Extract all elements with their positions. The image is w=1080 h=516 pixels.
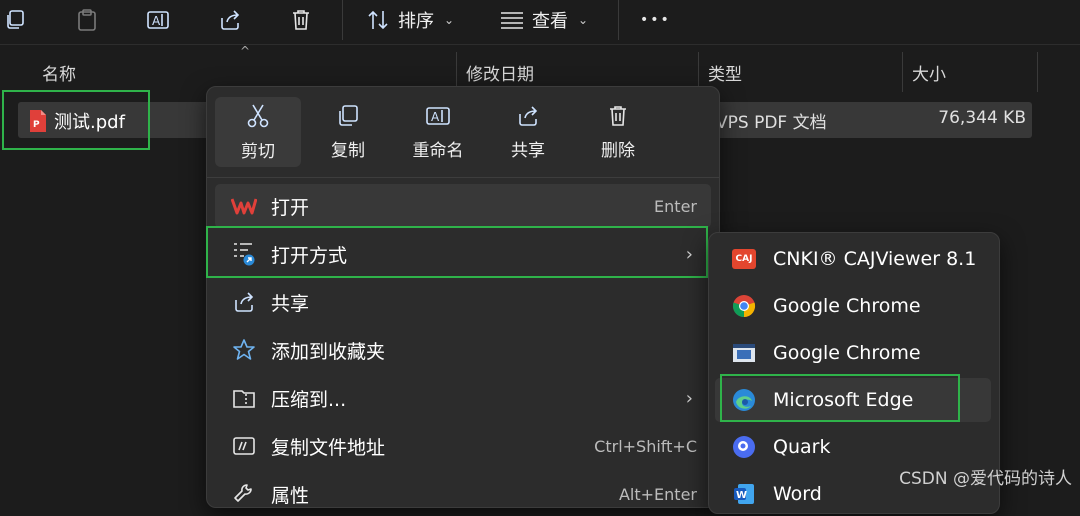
star-icon — [229, 338, 259, 362]
column-modified-label: 修改日期 — [466, 64, 534, 85]
context-menu: 剪切 复制 A 重命名 共享 删除 打开 Enter 打开方式 › 共享 添加到… — [206, 86, 720, 508]
rename-quick-button[interactable]: A 重命名 — [395, 97, 481, 167]
caj-icon: CAJ — [731, 249, 757, 269]
zip-folder-icon — [229, 386, 259, 410]
share-label: 共享 — [511, 140, 545, 161]
svg-text:A: A — [431, 110, 440, 124]
toolbar-divider — [618, 0, 619, 40]
app-item-label: Google Chrome — [773, 342, 921, 364]
toolbar-divider — [342, 0, 343, 40]
menu-item-copy-path-shortcut: Ctrl+Shift+C — [594, 436, 697, 456]
more-icon: ••• — [640, 12, 671, 28]
menu-item-open-label: 打开 — [271, 196, 310, 219]
app-item-label: Word — [773, 483, 822, 505]
more-button[interactable]: ••• — [640, 4, 671, 36]
chevron-right-icon: › — [685, 387, 693, 409]
rename-button[interactable]: A — [146, 4, 170, 36]
highlight-box-open-with — [206, 226, 708, 278]
share-button[interactable] — [218, 4, 242, 36]
chrome-app-icon — [731, 342, 757, 364]
chrome-icon — [731, 294, 757, 318]
copy-path-icon — [229, 435, 259, 457]
scissors-icon — [247, 104, 269, 127]
menu-item-copy-path[interactable]: 复制文件地址 Ctrl+Shift+C — [215, 424, 711, 468]
delete-button[interactable] — [290, 4, 312, 36]
menu-item-compress-label: 压缩到... — [271, 388, 347, 411]
app-item-chrome[interactable]: Google Chrome — [715, 284, 991, 328]
menu-item-add-favorites-label: 添加到收藏夹 — [271, 340, 386, 363]
view-label: 查看 — [532, 11, 568, 32]
column-header-size[interactable]: 大小 — [912, 52, 946, 92]
command-bar: A 排序 ⌄ 查看 ⌄ ••• — [0, 0, 1080, 45]
app-item-label: CNKI® CAJViewer 8.1 — [773, 248, 977, 270]
menu-item-add-favorites[interactable]: 添加到收藏夹 — [215, 328, 711, 372]
app-item-cajviewer[interactable]: CAJ CNKI® CAJViewer 8.1 — [715, 237, 991, 281]
trash-icon — [610, 105, 626, 126]
view-icon — [501, 12, 523, 29]
app-item-quark[interactable]: Quark — [715, 425, 991, 469]
menu-item-copy-path-label: 复制文件地址 — [271, 436, 386, 459]
caj-badge: CAJ — [732, 249, 756, 269]
paste-icon — [78, 9, 96, 31]
menu-item-open-shortcut: Enter — [654, 196, 697, 216]
column-divider[interactable] — [1037, 52, 1038, 92]
menu-divider — [207, 177, 719, 178]
chevron-down-icon: ⌄ — [578, 13, 589, 27]
sort-indicator-icon: ^ — [240, 44, 251, 58]
file-size: 76,344 KB — [938, 108, 1026, 128]
share-icon — [229, 290, 259, 314]
copy-icon — [7, 10, 24, 29]
column-header-name[interactable]: 名称 — [42, 52, 76, 92]
sort-label: 排序 — [398, 11, 434, 32]
quark-icon — [731, 435, 757, 459]
svg-text:A: A — [152, 14, 161, 28]
rename-icon: A — [147, 11, 169, 29]
delete-quick-button[interactable]: 删除 — [575, 97, 661, 167]
highlight-box-file — [2, 90, 150, 150]
watermark: CSDN @爱代码的诗人 — [899, 469, 1072, 489]
column-name-label: 名称 — [42, 64, 76, 85]
file-type: VPS PDF 文档 — [716, 113, 827, 133]
svg-text:W: W — [736, 490, 747, 501]
app-item-label: Quark — [773, 436, 831, 458]
copy-button[interactable] — [4, 4, 26, 36]
menu-item-properties-label: 属性 — [271, 484, 310, 507]
sort-icon — [368, 10, 388, 30]
menu-item-compress[interactable]: 压缩到... › — [215, 376, 711, 420]
rename-icon: A — [426, 106, 450, 125]
share-icon — [221, 10, 240, 30]
menu-item-share[interactable]: 共享 — [215, 280, 711, 324]
share-icon — [519, 105, 538, 126]
cut-label: 剪切 — [241, 141, 275, 162]
sort-button[interactable]: 排序 ⌄ — [366, 4, 454, 36]
rename-label: 重命名 — [412, 140, 464, 161]
column-divider[interactable] — [902, 52, 903, 92]
highlight-box-edge — [720, 374, 960, 422]
wps-icon — [229, 197, 259, 215]
word-icon: W — [731, 482, 757, 506]
copy-quick-button[interactable]: 复制 — [305, 97, 391, 167]
column-size-label: 大小 — [912, 64, 946, 85]
copy-icon — [339, 104, 358, 126]
menu-item-properties[interactable]: 属性 Alt+Enter — [215, 472, 711, 516]
share-quick-button[interactable]: 共享 — [485, 97, 571, 167]
delete-label: 删除 — [601, 140, 635, 161]
column-type-label: 类型 — [708, 64, 742, 85]
app-item-label: Google Chrome — [773, 295, 921, 317]
view-button[interactable]: 查看 ⌄ — [500, 4, 588, 36]
copy-label: 复制 — [331, 140, 365, 161]
cut-button[interactable]: 剪切 — [215, 97, 301, 167]
chevron-down-icon: ⌄ — [444, 13, 455, 27]
paste-button[interactable] — [76, 4, 98, 36]
app-item-chrome-app[interactable]: Google Chrome — [715, 331, 991, 375]
menu-item-open[interactable]: 打开 Enter — [215, 184, 711, 228]
menu-item-share-label: 共享 — [271, 292, 310, 315]
trash-icon — [293, 10, 309, 30]
menu-item-properties-shortcut: Alt+Enter — [618, 484, 697, 504]
wrench-icon — [229, 482, 259, 506]
